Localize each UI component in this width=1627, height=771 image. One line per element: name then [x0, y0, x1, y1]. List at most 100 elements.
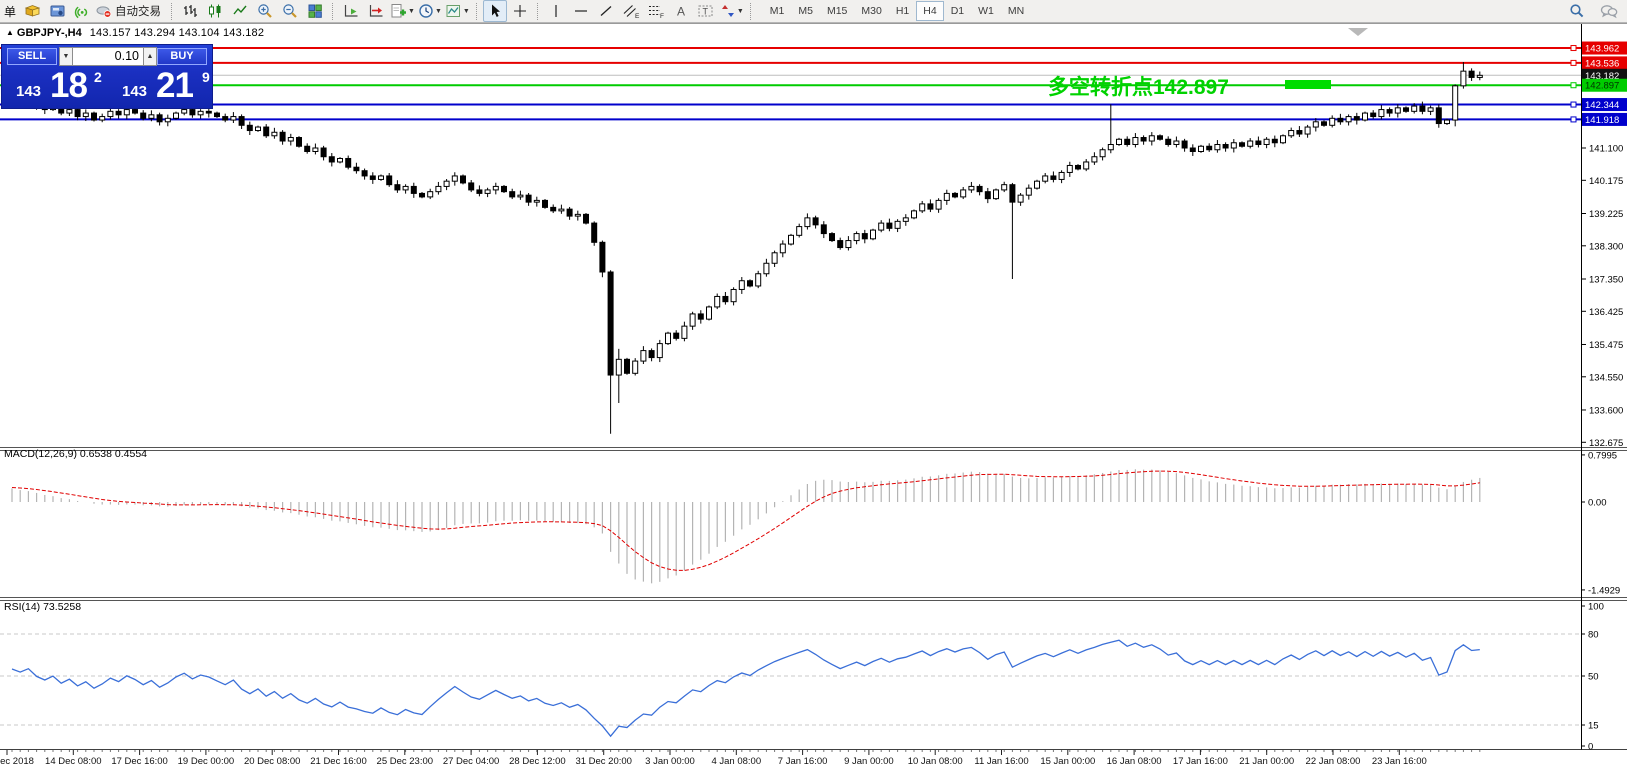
- candlestick-mode-button[interactable]: [203, 0, 227, 22]
- sell-price-big-digits: 18: [50, 66, 87, 106]
- svg-text:14 Dec 08:00: 14 Dec 08:00: [45, 756, 102, 767]
- bar-chart-mode-button[interactable]: [178, 0, 202, 22]
- svg-text:23 Jan 16:00: 23 Jan 16:00: [1372, 756, 1427, 767]
- zoom-out-button[interactable]: [278, 0, 302, 22]
- volume-input[interactable]: 0.10: [73, 47, 143, 66]
- svg-text:13 Dec 2018: 13 Dec 2018: [0, 756, 34, 767]
- svg-text:-1.4929: -1.4929: [1588, 585, 1620, 596]
- timeframe-w1[interactable]: W1: [971, 1, 1001, 21]
- templates-dropdown-caret[interactable]: ▼: [463, 8, 470, 15]
- ohlc-values: 143.157 143.294 143.104 143.182: [90, 27, 264, 39]
- zoom-in-button[interactable]: [253, 0, 277, 22]
- tile-windows-button[interactable]: [303, 0, 327, 22]
- svg-text:9 Jan 00:00: 9 Jan 00:00: [844, 756, 894, 767]
- sell-price-display[interactable]: 143 18 2: [8, 66, 108, 107]
- svg-text:139.225: 139.225: [1589, 209, 1623, 220]
- svg-text:143.536: 143.536: [1585, 58, 1619, 69]
- svg-text:140.175: 140.175: [1589, 176, 1623, 187]
- auto-scroll-icon: [343, 3, 360, 19]
- timeframe-m5[interactable]: M5: [791, 1, 820, 21]
- buy-price-prefix: 143: [122, 83, 147, 100]
- svg-text:21 Dec 16:00: 21 Dec 16:00: [310, 756, 367, 767]
- chat-button[interactable]: [1597, 0, 1621, 22]
- line-chart-icon: [232, 3, 248, 19]
- svg-text:15: 15: [1588, 721, 1599, 732]
- timeframe-h1[interactable]: H1: [889, 1, 916, 21]
- horizontal-line-tool-button[interactable]: [569, 0, 593, 22]
- svg-text:142.344: 142.344: [1585, 100, 1619, 111]
- timeframe-m30[interactable]: M30: [854, 1, 888, 21]
- fibonacci-tool-button[interactable]: F: [644, 0, 668, 22]
- crosshair-tool-button[interactable]: [508, 0, 532, 22]
- toolbar-separator: [332, 3, 334, 20]
- chart-shift-button[interactable]: [364, 0, 388, 22]
- arrows-tool-button[interactable]: ▼: [719, 0, 745, 22]
- horizontal-line-icon: [573, 3, 589, 19]
- pivot-annotation-text[interactable]: 多空转折点142.897: [1048, 71, 1229, 101]
- svg-text:50: 50: [1588, 672, 1599, 683]
- vertical-line-icon: [549, 3, 563, 19]
- arrows-dropdown-caret[interactable]: ▼: [737, 8, 744, 15]
- indicators-button[interactable]: ▼: [389, 0, 416, 22]
- buy-button[interactable]: BUY: [157, 48, 207, 65]
- volume-decrease-button[interactable]: ▼: [59, 47, 73, 66]
- timeframe-m15[interactable]: M15: [820, 1, 854, 21]
- svg-text:16 Jan 08:00: 16 Jan 08:00: [1107, 756, 1162, 767]
- search-button[interactable]: [1565, 0, 1589, 22]
- svg-text:133.600: 133.600: [1589, 405, 1623, 416]
- timeframe-d1[interactable]: D1: [944, 1, 971, 21]
- svg-text:31 Dec 20:00: 31 Dec 20:00: [575, 756, 632, 767]
- new-order-button[interactable]: [20, 0, 44, 22]
- volume-stepper: ▼ 0.10 ▲: [59, 47, 157, 66]
- toolbar-separator: [476, 3, 478, 20]
- svg-text:4 Jan 08:00: 4 Jan 08:00: [711, 756, 761, 767]
- chart-canvas[interactable]: 141.100 140.175 139.225 138.300 137.350 136.4…: [0, 0, 1627, 771]
- sell-button[interactable]: SELL: [7, 48, 57, 65]
- svg-text:136.425: 136.425: [1589, 307, 1623, 318]
- svg-text:25 Dec 23:00: 25 Dec 23:00: [377, 756, 434, 767]
- vertical-line-tool-button[interactable]: [544, 0, 568, 22]
- periods-button[interactable]: ▼: [417, 0, 443, 22]
- bar-chart-icon: [182, 3, 198, 19]
- collapse-triangle-icon[interactable]: ▲: [6, 28, 14, 37]
- crosshair-icon: [512, 3, 528, 19]
- timeframe-h4[interactable]: H4: [916, 1, 943, 21]
- timeframe-mn[interactable]: MN: [1001, 1, 1031, 21]
- timeframe-m1[interactable]: M1: [763, 1, 792, 21]
- svg-text:80: 80: [1588, 630, 1599, 641]
- svg-text:138.300: 138.300: [1589, 241, 1623, 252]
- metaeditor-button[interactable]: [45, 0, 69, 22]
- channel-icon: E: [622, 3, 640, 19]
- line-chart-mode-button[interactable]: [228, 0, 252, 22]
- clock-icon: [418, 3, 434, 19]
- text-label-tool-button[interactable]: T: [694, 0, 718, 22]
- periods-dropdown-caret[interactable]: ▼: [435, 8, 442, 15]
- indicators-dropdown-caret[interactable]: ▼: [408, 8, 415, 15]
- equidistant-channel-tool-button[interactable]: E: [619, 0, 643, 22]
- svg-text:141.100: 141.100: [1589, 144, 1623, 155]
- cursor-tool-button[interactable]: [483, 0, 507, 22]
- cursor-icon: [487, 3, 502, 19]
- signals-button[interactable]: [70, 0, 94, 22]
- svg-text:28 Dec 12:00: 28 Dec 12:00: [509, 756, 566, 767]
- trendline-tool-button[interactable]: [594, 0, 618, 22]
- menu-stub[interactable]: 单: [3, 3, 19, 20]
- templates-button[interactable]: ▼: [444, 0, 471, 22]
- buy-price-display[interactable]: 143 21 9: [112, 66, 212, 107]
- svg-text:143.962: 143.962: [1585, 44, 1619, 55]
- text-tool-button[interactable]: A: [669, 0, 693, 22]
- svg-text:142.897: 142.897: [1585, 81, 1619, 92]
- toolbar-separator: [171, 3, 173, 20]
- candlestick-icon: [207, 3, 223, 19]
- chat-icon: [1600, 3, 1618, 19]
- chart-shift-icon: [368, 3, 385, 19]
- autotrading-button[interactable]: 自动交易: [95, 0, 166, 22]
- mt4-terminal: { "toolbar": { "menu_stub": "单", "autotr…: [0, 0, 1627, 771]
- auto-scroll-button[interactable]: [339, 0, 363, 22]
- svg-text:137.350: 137.350: [1589, 274, 1623, 285]
- volume-increase-button[interactable]: ▲: [143, 47, 157, 66]
- chart-window-title: ▲GBPJPY-,H4143.157 143.294 143.104 143.1…: [6, 27, 264, 39]
- svg-text:7 Jan 16:00: 7 Jan 16:00: [778, 756, 828, 767]
- macd-header: MACD(12,26,9) 0.6538 0.4554: [4, 448, 147, 460]
- svg-text:A: A: [677, 5, 685, 19]
